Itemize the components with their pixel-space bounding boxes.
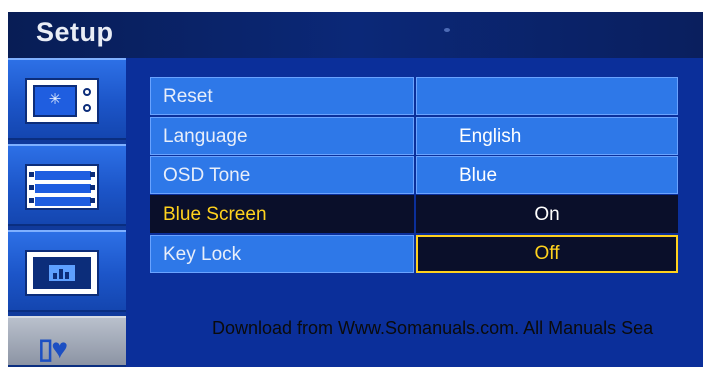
menu-value: On xyxy=(416,195,678,233)
sidebar-tab-picture[interactable]: ✳ xyxy=(8,58,126,140)
menu-label: Blue Screen xyxy=(150,195,414,233)
menu-label: OSD Tone xyxy=(150,156,414,194)
picture-frame-icon xyxy=(25,250,99,296)
sidebar-tab-setup[interactable]: ▯♥ xyxy=(8,316,126,367)
menu-value: Blue xyxy=(416,156,678,194)
menu-row-blue-screen[interactable]: Blue Screen On xyxy=(150,195,678,233)
menu-value-selected[interactable]: Off xyxy=(416,235,678,273)
menu-row-key-lock[interactable]: Key Lock Off xyxy=(150,235,678,273)
sidebar-tab-frame[interactable] xyxy=(8,230,126,312)
menu-label: Key Lock xyxy=(150,235,414,273)
menu-row-reset[interactable]: Reset xyxy=(150,77,678,115)
picture-settings-icon: ✳ xyxy=(25,78,99,124)
tools-icon: ▯♥ xyxy=(38,333,68,364)
sidebar-tab-film[interactable] xyxy=(8,144,126,226)
watermark-text: Download from Www.Somanuals.com. All Man… xyxy=(212,318,654,338)
film-strip-icon xyxy=(25,164,99,210)
title-bar: Setup xyxy=(8,12,703,58)
screen-glint xyxy=(444,28,450,32)
menu-value: English xyxy=(416,117,678,155)
menu-row-language[interactable]: Language English xyxy=(150,117,678,155)
menu-label: Language xyxy=(150,117,414,155)
menu-label: Reset xyxy=(150,77,414,115)
menu-row-osd-tone[interactable]: OSD Tone Blue xyxy=(150,156,678,194)
sidebar: ✳ ▯♥ xyxy=(8,58,126,367)
setup-menu: Reset Language English OSD Tone Blue Blu… xyxy=(150,77,678,275)
menu-value xyxy=(416,77,678,115)
page-title: Setup xyxy=(36,17,114,47)
